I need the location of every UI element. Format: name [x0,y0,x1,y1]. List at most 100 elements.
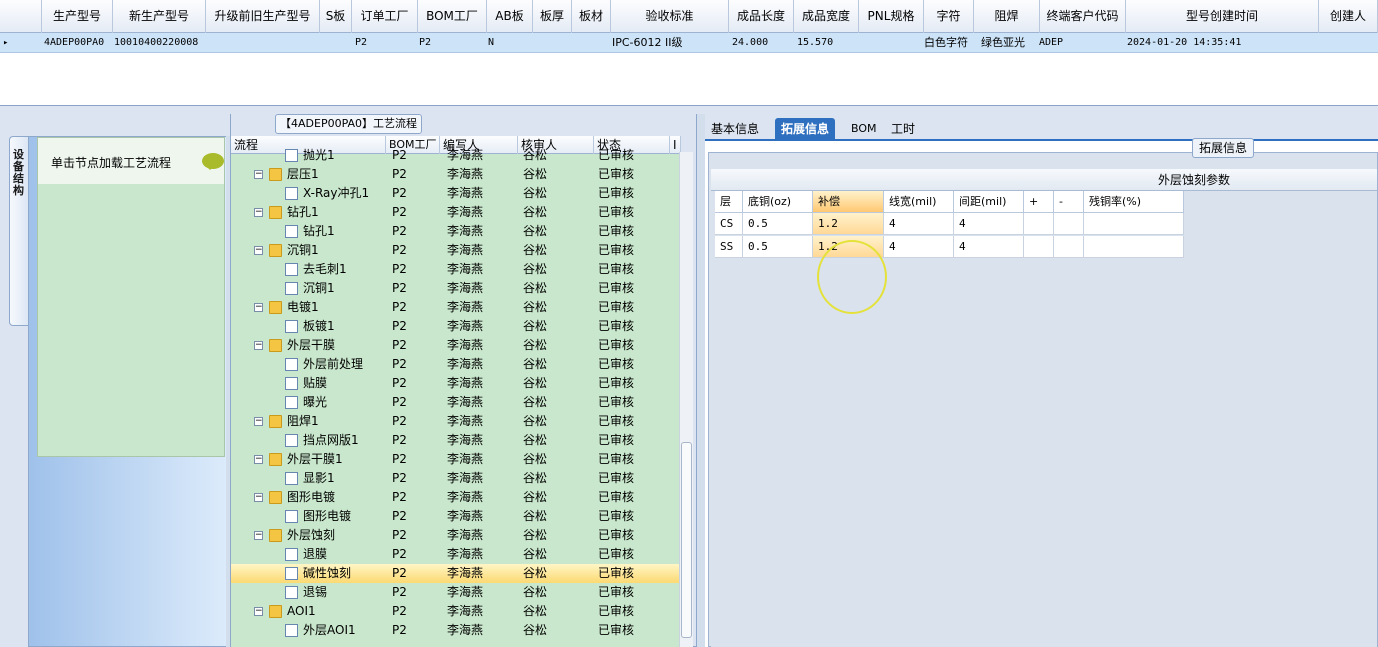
etch-param-grid[interactable]: 外层蚀刻参数 层 底铜(oz) 补偿 线宽(mil) 间距(mil) + - 残… [711,167,1377,647]
cell[interactable] [533,33,572,53]
tree-row[interactable]: 板镀1 P2 李海燕 谷松 已审核 [231,317,681,336]
etch-cell[interactable]: CS [715,213,743,235]
tree-row[interactable]: 外层前处理 P2 李海燕 谷松 已审核 [231,355,681,374]
tree-row[interactable]: 贴膜 P2 李海燕 谷松 已审核 [231,374,681,393]
col-header[interactable]: PNL规格 [859,0,924,33]
tree-row[interactable]: 外层AOI1 P2 李海燕 谷松 已审核 [231,621,681,640]
table-row[interactable]: ▸ 4ADEP00PA0 10010400220008 P2 P2 N IPC-… [0,33,1378,53]
col-header[interactable]: BOM工厂 [418,0,487,33]
tab-basic-info[interactable]: 基本信息 [705,118,765,140]
etch-cell[interactable]: SS [715,236,743,258]
etch-col-header[interactable]: 线宽(mil) [884,191,954,213]
etch-cell[interactable]: 0.5 [743,213,813,235]
etch-cell[interactable]: 4 [884,213,954,235]
cell[interactable]: 白色字符 [921,33,976,53]
tab-work-hours[interactable]: 工时 [885,118,921,140]
col-header[interactable]: S板 [320,0,352,33]
tree-row[interactable]: − 沉铜1 P2 李海燕 谷松 已审核 [231,241,681,260]
tree-row[interactable]: − 外层干膜 P2 李海燕 谷松 已审核 [231,336,681,355]
collapse-toggle-icon[interactable]: − [254,246,263,255]
cell[interactable]: P2 [352,33,418,53]
col-header[interactable]: 阻焊 [974,0,1040,33]
etch-cell[interactable] [1024,213,1054,235]
tree-row[interactable]: − 外层蚀刻 P2 李海燕 谷松 已审核 [231,526,681,545]
etch-cell[interactable]: 1.2 [813,213,884,235]
etch-cell[interactable]: 4 [884,236,954,258]
tree-row[interactable]: − 钻孔1 P2 李海燕 谷松 已审核 [231,203,681,222]
tree-row[interactable]: 钻孔1 P2 李海燕 谷松 已审核 [231,222,681,241]
collapse-toggle-icon[interactable]: − [254,607,263,616]
col-header[interactable]: 验收标准 [611,0,729,33]
vertical-splitter-2[interactable] [697,114,705,647]
tab-bom[interactable]: BOM [845,118,883,140]
etch-col-header[interactable]: 间距(mil) [954,191,1024,213]
etch-col-header[interactable]: 层 [715,191,743,213]
etch-col-header[interactable]: - [1054,191,1084,213]
cell[interactable]: 绿色亚光 [978,33,1040,53]
tree-row[interactable]: 抛光1 P2 李海燕 谷松 已审核 [231,146,681,165]
cell[interactable] [859,33,924,53]
tree-row[interactable]: 退锡 P2 李海燕 谷松 已审核 [231,583,681,602]
scrollbar-thumb[interactable] [681,442,692,638]
tree-row[interactable]: 显影1 P2 李海燕 谷松 已审核 [231,469,681,488]
col-header[interactable]: 型号创建时间 [1126,0,1319,33]
tree-row[interactable]: − AOI1 P2 李海燕 谷松 已审核 [231,602,681,621]
collapse-toggle-icon[interactable]: − [254,455,263,464]
col-header[interactable]: 成品宽度 [794,0,859,33]
cell[interactable]: IPC-6012 II级 [609,33,729,53]
cell[interactable] [572,33,611,53]
tab-extended-info[interactable]: 拓展信息 [775,118,836,140]
col-header[interactable]: 字符 [924,0,974,33]
etch-cell[interactable]: 0.5 [743,236,813,258]
cell[interactable]: 24.000 [729,33,794,53]
etch-col-header[interactable]: 残铜率(%) [1084,191,1184,213]
etch-cell[interactable] [1054,236,1084,258]
tree-row[interactable]: − 电镀1 P2 李海燕 谷松 已审核 [231,298,681,317]
tree-row[interactable]: − 外层干膜1 P2 李海燕 谷松 已审核 [231,450,681,469]
collapse-toggle-icon[interactable]: − [254,341,263,350]
cell[interactable]: 10010400220008 [111,33,206,53]
collapse-toggle-icon[interactable]: − [254,417,263,426]
tree-row[interactable]: 图形电镀 P2 李海燕 谷松 已审核 [231,507,681,526]
collapse-toggle-icon[interactable]: − [254,170,263,179]
col-header[interactable]: 板厚 [533,0,572,33]
horizontal-splitter[interactable] [0,106,1378,114]
cell[interactable]: P2 [416,33,485,53]
tree-row[interactable]: − 阻焊1 P2 李海燕 谷松 已审核 [231,412,681,431]
collapse-toggle-icon[interactable]: − [254,531,263,540]
cell[interactable]: N [485,33,531,53]
etch-col-header-compensation[interactable]: 补偿 [813,191,884,213]
model-grid[interactable]: 生产型号 新生产型号 升级前旧生产型号 S板 订单工厂 BOM工厂 AB板 板厚… [0,0,1378,106]
cell[interactable] [1319,33,1378,53]
tree-row[interactable]: 曝光 P2 李海燕 谷松 已审核 [231,393,681,412]
col-header[interactable]: AB板 [487,0,533,33]
etch-col-header[interactable]: + [1024,191,1054,213]
col-header[interactable]: 新生产型号 [113,0,206,33]
tree-row[interactable]: − 图形电镀 P2 李海燕 谷松 已审核 [231,488,681,507]
tree-row[interactable]: 沉铜1 P2 李海燕 谷松 已审核 [231,279,681,298]
cell[interactable] [206,33,320,53]
col-header[interactable]: 生产型号 [42,0,113,33]
col-header[interactable]: 成品长度 [729,0,794,33]
cell[interactable]: 2024-01-20 14:35:41 [1124,33,1317,53]
tree-row[interactable]: − 层压1 P2 李海燕 谷松 已审核 [231,165,681,184]
cell[interactable]: 15.570 [794,33,859,53]
col-header[interactable]: 升级前旧生产型号 [206,0,320,33]
col-header[interactable]: 创建人 [1319,0,1378,33]
etch-col-header[interactable]: 底铜(oz) [743,191,813,213]
etch-cell[interactable] [1084,236,1184,258]
collapse-toggle-icon[interactable]: − [254,303,263,312]
tree-scrollbar[interactable] [679,152,693,647]
col-header[interactable]: 终端客户代码 [1040,0,1126,33]
cell[interactable]: 4ADEP00PA0 [41,33,113,53]
col-header[interactable]: 订单工厂 [352,0,418,33]
tree-row[interactable]: 退膜 P2 李海燕 谷松 已审核 [231,545,681,564]
tree-row[interactable]: 去毛刺1 P2 李海燕 谷松 已审核 [231,260,681,279]
etch-cell[interactable]: 4 [954,236,1024,258]
tree-row[interactable]: 挡点网版1 P2 李海燕 谷松 已审核 [231,431,681,450]
etch-cell[interactable]: 4 [954,213,1024,235]
collapse-toggle-icon[interactable]: − [254,208,263,217]
cell[interactable] [320,33,352,53]
tree-row[interactable]: 碱性蚀刻 P2 李海燕 谷松 已审核 [231,564,681,583]
etch-cell[interactable] [1024,236,1054,258]
